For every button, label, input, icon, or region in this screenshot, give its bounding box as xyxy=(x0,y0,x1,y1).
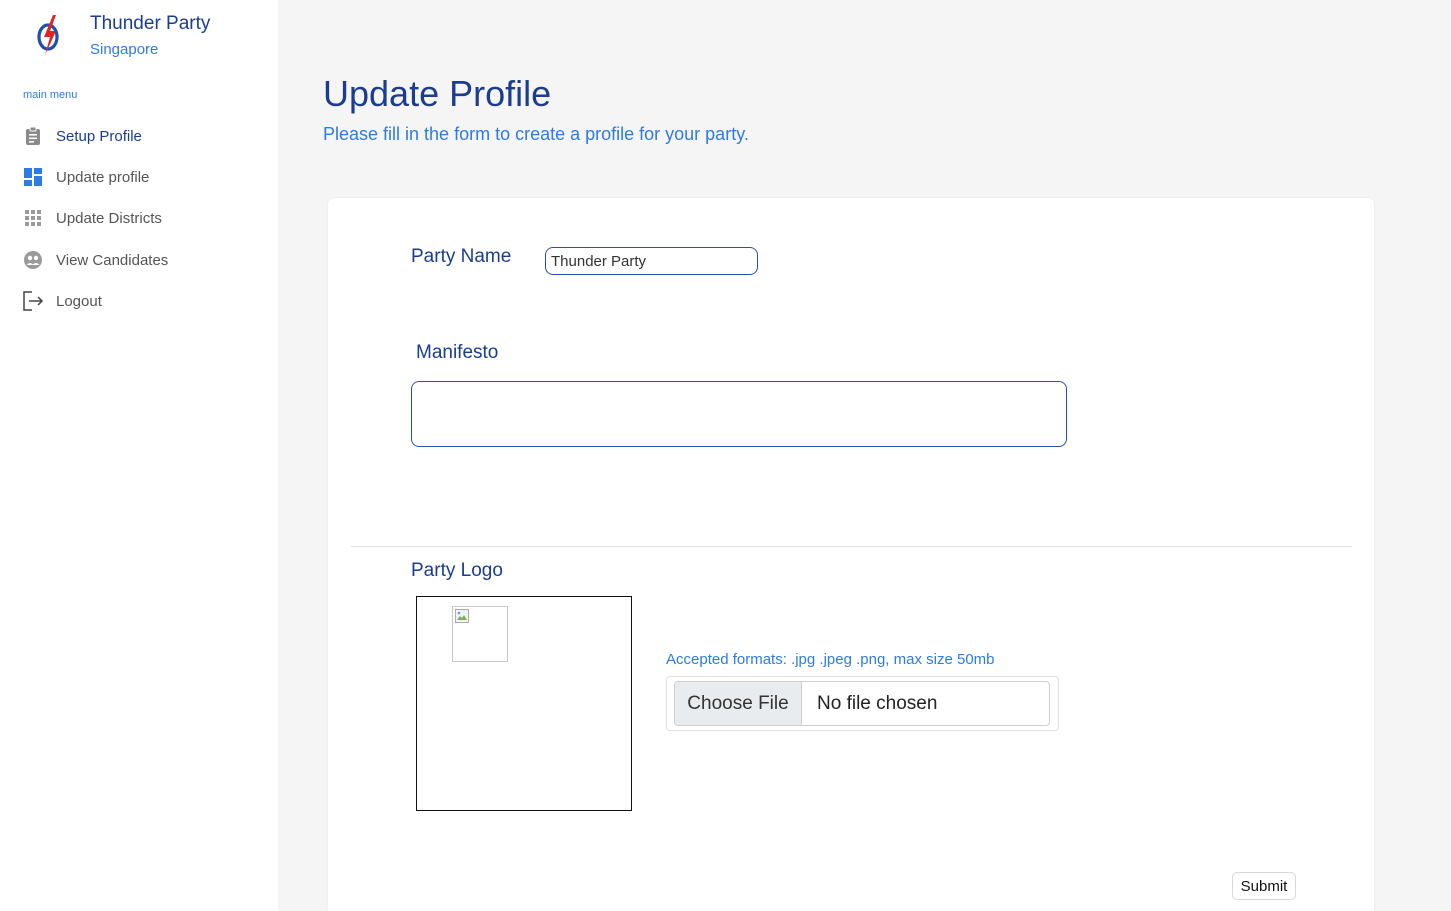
sidebar-item-label: Logout xyxy=(56,292,102,310)
sidebar-item-label: Update profile xyxy=(56,168,150,186)
sidebar: Thunder Party Singapore main menu Setup … xyxy=(0,0,278,911)
page-subtitle: Please fill in the form to create a prof… xyxy=(323,124,749,144)
people-icon xyxy=(22,249,44,271)
divider xyxy=(351,546,1352,547)
sidebar-item-update-districts[interactable]: Update Districts xyxy=(22,206,262,230)
choose-file-button[interactable]: Choose File xyxy=(675,682,802,725)
dashboard-icon xyxy=(22,166,44,188)
logo-preview-image xyxy=(452,606,508,662)
logout-icon xyxy=(22,290,44,312)
brand-subtitle: Singapore xyxy=(90,41,159,58)
sidebar-item-logout[interactable]: Logout xyxy=(22,289,262,313)
sidebar-item-label: Setup Profile xyxy=(56,127,142,145)
file-status-text: No file chosen xyxy=(817,692,938,714)
sidebar-item-view-candidates[interactable]: View Candidates xyxy=(22,248,262,272)
grid-icon xyxy=(22,207,44,229)
party-name-input[interactable] xyxy=(545,247,758,275)
manifesto-label: Manifesto xyxy=(416,342,499,363)
logo-preview-frame xyxy=(416,596,632,811)
submit-button[interactable]: Submit xyxy=(1232,872,1296,900)
lightning-bolt-logo-icon xyxy=(37,15,59,55)
accepted-formats-note: Accepted formats: .jpg .jpeg .png, max s… xyxy=(666,651,995,668)
sidebar-item-setup-profile[interactable]: Setup Profile xyxy=(22,124,262,148)
menu-caption: main menu xyxy=(23,89,78,101)
manifesto-input[interactable] xyxy=(411,381,1067,447)
brand: Thunder Party Singapore xyxy=(0,0,278,80)
file-input[interactable]: Choose File No file chosen xyxy=(674,681,1050,726)
party-logo-label: Party Logo xyxy=(411,560,503,581)
sidebar-item-label: View Candidates xyxy=(56,251,169,269)
broken-image-icon xyxy=(455,609,469,623)
page-title: Update Profile xyxy=(323,73,552,114)
party-name-label: Party Name xyxy=(411,246,512,267)
clipboard-icon xyxy=(22,125,44,147)
brand-name: Thunder Party xyxy=(90,13,211,34)
sidebar-item-update-profile[interactable]: Update profile xyxy=(22,165,262,189)
sidebar-item-label: Update Districts xyxy=(56,209,162,227)
